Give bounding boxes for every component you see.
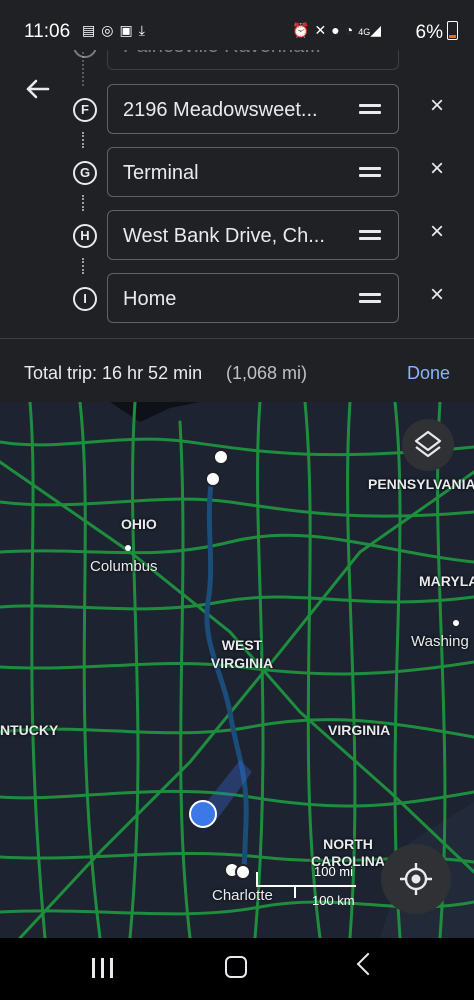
scale-line bbox=[256, 885, 356, 887]
system-nav-bar bbox=[0, 938, 474, 1000]
status-time: 11:06 bbox=[24, 21, 71, 42]
drag-handle-icon[interactable] bbox=[359, 166, 381, 178]
stop-label-i: Home bbox=[123, 288, 177, 310]
city-dot-washington bbox=[453, 620, 459, 626]
stop-marker-g: G bbox=[73, 161, 97, 185]
state-label-west-virginia: WEST VIRGINIA bbox=[210, 637, 274, 671]
scale-metric: 100 km bbox=[312, 893, 355, 908]
wifi-icon: ◔ bbox=[344, 22, 359, 38]
stop-row-h: H West Bank Drive, Ch... × bbox=[0, 210, 474, 262]
battery-icon bbox=[447, 21, 458, 40]
trip-summary: Total trip: 16 hr 52 min (1,068 mi) Done bbox=[0, 338, 474, 403]
status-bar: 11:06 ▤◎▣⤓ ⏰✕●◔4G◢ 6% bbox=[0, 0, 474, 50]
drag-handle-icon[interactable] bbox=[359, 292, 381, 304]
map-pin-h[interactable] bbox=[235, 864, 251, 880]
stop-row-i: I Home × bbox=[0, 273, 474, 325]
signal-icon: ◢ bbox=[370, 22, 386, 38]
battery-status: 6% bbox=[416, 21, 458, 44]
done-button[interactable]: Done bbox=[407, 363, 450, 384]
stop-field-h[interactable]: West Bank Drive, Ch... bbox=[107, 210, 399, 260]
map-scale: 100 mi 100 km bbox=[256, 864, 366, 908]
close-icon[interactable]: × bbox=[427, 94, 447, 118]
stop-field-g[interactable]: Terminal bbox=[107, 147, 399, 197]
close-icon[interactable]: × bbox=[427, 220, 447, 244]
close-icon[interactable]: × bbox=[427, 283, 447, 307]
state-label-virginia: VIRGINIA bbox=[328, 722, 391, 738]
state-label-kentucky: NTUCKY bbox=[0, 722, 59, 738]
notification-icons: ▤◎▣⤓ bbox=[82, 22, 151, 39]
download-icon: ⤓ bbox=[138, 22, 151, 38]
map-view[interactable]: PENNSYLVANIA OHIO MARYLA WEST VIRGINIA N… bbox=[0, 402, 474, 938]
stop-marker-h: H bbox=[73, 224, 97, 248]
network-type: 4G bbox=[358, 27, 371, 37]
total-trip-time: Total trip: 16 hr 52 min bbox=[24, 363, 203, 383]
message-icon: ▤ bbox=[82, 22, 102, 38]
stop-row-f: F 2196 Meadowsweet... × bbox=[0, 84, 474, 136]
layers-icon bbox=[414, 430, 442, 458]
stop-label-f: 2196 Meadowsweet... bbox=[123, 99, 318, 121]
location-icon: ● bbox=[331, 22, 345, 38]
sync-icon: ◎ bbox=[101, 22, 120, 38]
drag-handle-icon[interactable] bbox=[359, 229, 381, 241]
close-icon[interactable]: × bbox=[427, 157, 447, 181]
system-icons: ⏰✕●◔4G◢ bbox=[292, 22, 386, 39]
stop-field-f[interactable]: 2196 Meadowsweet... bbox=[107, 84, 399, 134]
drag-handle-icon[interactable] bbox=[359, 103, 381, 115]
stop-marker-f: F bbox=[73, 98, 97, 122]
battery-percent: 6% bbox=[415, 22, 443, 43]
my-location-button[interactable] bbox=[381, 844, 451, 914]
city-dot-columbus bbox=[125, 545, 131, 551]
alarm-icon: ⏰ bbox=[292, 22, 315, 38]
map-pin-f[interactable] bbox=[213, 449, 229, 465]
city-label-columbus: Columbus bbox=[90, 558, 158, 575]
directions-panel: E Painesville Ravenna... × F 2196 Meadow… bbox=[0, 0, 474, 402]
stop-row-g: G Terminal × bbox=[0, 147, 474, 199]
scale-tick bbox=[294, 886, 296, 898]
city-label-washington: Washing bbox=[411, 633, 469, 650]
stop-label-h: West Bank Drive, Ch... bbox=[123, 225, 325, 247]
state-label-pennsylvania: PENNSYLVANIA bbox=[368, 476, 474, 492]
home-icon[interactable] bbox=[225, 956, 247, 978]
layers-button[interactable] bbox=[402, 419, 454, 471]
stop-marker-i: I bbox=[73, 287, 97, 311]
back-chevron-icon[interactable] bbox=[356, 952, 380, 976]
total-trip-distance: (1,068 mi) bbox=[226, 363, 308, 383]
scale-tick bbox=[256, 872, 258, 886]
map-pin-g[interactable] bbox=[205, 471, 221, 487]
recents-icon[interactable] bbox=[92, 958, 114, 978]
image-icon: ▣ bbox=[119, 22, 139, 38]
scale-imperial: 100 mi bbox=[314, 864, 354, 879]
current-location-icon[interactable] bbox=[189, 800, 217, 828]
state-label-maryland: MARYLA bbox=[419, 573, 474, 589]
stop-field-i[interactable]: Home bbox=[107, 273, 399, 323]
crosshair-icon bbox=[400, 863, 432, 895]
stop-label-g: Terminal bbox=[123, 162, 199, 184]
mute-icon: ✕ bbox=[314, 22, 332, 38]
state-label-ohio: OHIO bbox=[121, 516, 157, 532]
